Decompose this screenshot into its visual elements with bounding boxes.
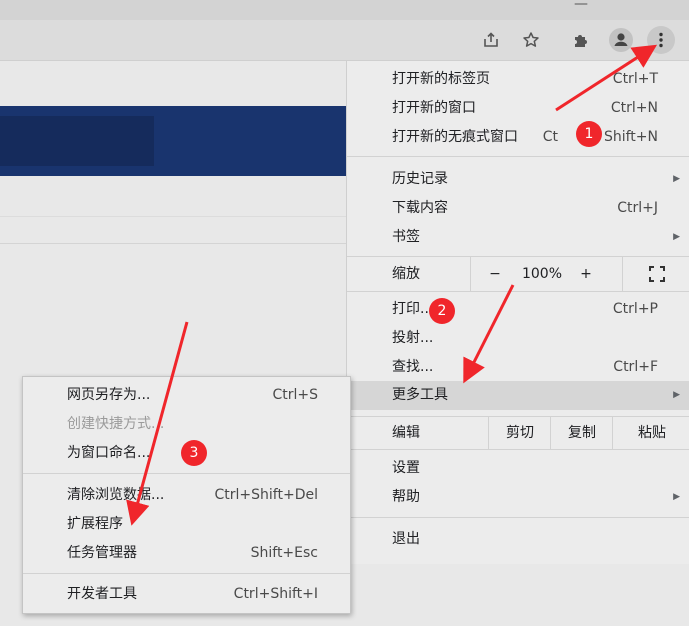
menu-item-label: 书签 [392, 229, 420, 245]
menu-item-settings[interactable]: 设置 [347, 454, 689, 483]
menu-item-new-tab[interactable]: 打开新的标签页 Ctrl+T [347, 65, 689, 94]
menu-item-label: 退出 [392, 531, 420, 547]
menu-item-label: 打开新的窗口 [392, 100, 476, 116]
menu-separator [347, 517, 689, 518]
menu-separator [347, 291, 689, 292]
fullscreen-icon[interactable] [622, 257, 689, 291]
star-icon[interactable] [517, 26, 545, 54]
menu-separator [347, 156, 689, 157]
step-badge-1: 1 [576, 121, 602, 147]
share-icon[interactable] [477, 26, 505, 54]
submenu-item-dev-tools[interactable]: 开发者工具 Ctrl+Shift+I [23, 580, 350, 609]
submenu-arrow-icon: ▶ [673, 174, 680, 184]
menu-item-shortcut: Shift+Esc [250, 545, 318, 561]
submenu-item-extensions[interactable]: 扩展程序 [23, 510, 350, 539]
menu-item-label: 打印... [392, 301, 434, 317]
edit-row: 编辑 剪切 复制 粘贴 [347, 417, 689, 449]
menu-item-label: 为窗口命名... [67, 445, 151, 461]
menu-item-label: 打开新的无痕式窗口 [392, 129, 518, 145]
tab-strip: — [0, 0, 689, 20]
submenu-arrow-icon: ▶ [673, 492, 680, 502]
menu-item-label: 查找... [392, 359, 434, 375]
menu-item-label: 任务管理器 [67, 545, 137, 561]
submenu-item-create-shortcut: 创建快捷方式... [23, 410, 350, 439]
more-tools-submenu: 网页另存为... Ctrl+S 创建快捷方式... 为窗口命名... 清除浏览数… [22, 376, 351, 614]
zoom-out-button[interactable]: − [470, 257, 519, 291]
menu-item-shortcut: Ctrl+F [613, 359, 658, 375]
menu-item-label: 投射... [392, 330, 434, 346]
window-minimize-glyph[interactable]: — [574, 0, 588, 11]
menu-item-history[interactable]: 历史记录 ▶ [347, 165, 689, 194]
menu-item-new-window[interactable]: 打开新的窗口 Ctrl+N [347, 94, 689, 123]
menu-item-cast[interactable]: 投射... [347, 324, 689, 353]
menu-item-downloads[interactable]: 下载内容 Ctrl+J [347, 194, 689, 223]
menu-item-shortcut: Ctrl+Shift+I [233, 586, 318, 602]
step-badge-3: 3 [181, 440, 207, 466]
person-icon[interactable] [607, 26, 635, 54]
submenu-arrow-icon: ▶ [673, 232, 680, 242]
menu-item-help[interactable]: 帮助 ▶ [347, 483, 689, 512]
page-banner-block [0, 116, 154, 166]
menu-item-shortcut: Shift+N [603, 129, 658, 145]
edit-label: 编辑 [392, 425, 420, 441]
menu-item-label: 历史记录 [392, 171, 448, 187]
menu-item-label: 清除浏览数据... [67, 487, 165, 503]
menu-item-more-tools[interactable]: 更多工具 ▶ [347, 381, 689, 410]
menu-item-label: 打开新的标签页 [392, 71, 490, 87]
submenu-arrow-icon: ▶ [673, 390, 680, 400]
puzzle-icon[interactable] [567, 26, 595, 54]
menu-item-shortcut-prefix: Ct [542, 129, 558, 145]
menu-item-shortcut: Ctrl+N [610, 100, 658, 116]
paste-button[interactable]: 粘贴 [612, 417, 689, 449]
menu-item-label: 开发者工具 [67, 586, 137, 602]
three-dots-vertical-icon[interactable] [647, 26, 675, 54]
submenu-item-clear-data[interactable]: 清除浏览数据... Ctrl+Shift+Del [23, 481, 350, 510]
copy-button[interactable]: 复制 [550, 417, 613, 449]
page-divider [0, 216, 350, 217]
zoom-row: 缩放 − 100% + [347, 257, 689, 291]
menu-item-label: 帮助 [392, 489, 420, 505]
menu-item-label: 扩展程序 [67, 516, 123, 532]
menu-item-find[interactable]: 查找... Ctrl+F [347, 353, 689, 382]
menu-separator [23, 573, 350, 574]
step-badge-2: 2 [429, 298, 455, 324]
browser-main-menu: 打开新的标签页 Ctrl+T 打开新的窗口 Ctrl+N 打开新的无痕式窗口 C… [346, 61, 689, 564]
menu-item-new-incognito[interactable]: 打开新的无痕式窗口 Ct Shift+N [347, 123, 689, 152]
menu-item-shortcut: Ctrl+P [612, 301, 658, 317]
submenu-item-task-manager[interactable]: 任务管理器 Shift+Esc [23, 539, 350, 568]
cut-button[interactable]: 剪切 [488, 417, 551, 449]
menu-item-label: 创建快捷方式... [67, 416, 165, 432]
menu-item-shortcut: Ctrl+T [612, 71, 658, 87]
menu-item-shortcut: Ctrl+S [272, 387, 318, 403]
menu-item-shortcut: Ctrl+J [617, 200, 658, 216]
browser-toolbar [0, 20, 689, 61]
menu-item-exit[interactable]: 退出 [347, 525, 689, 554]
menu-item-print[interactable]: 打印... Ctrl+P [347, 295, 689, 324]
menu-separator [23, 473, 350, 474]
menu-item-label: 下载内容 [392, 200, 448, 216]
zoom-in-button[interactable]: + [566, 257, 606, 291]
submenu-item-save-page[interactable]: 网页另存为... Ctrl+S [23, 381, 350, 410]
menu-separator [347, 449, 689, 450]
menu-item-label: 设置 [392, 460, 420, 476]
zoom-level: 100% [521, 266, 563, 282]
menu-item-shortcut: Ctrl+Shift+Del [214, 487, 318, 503]
zoom-label: 缩放 [392, 266, 420, 282]
menu-item-label: 更多工具 [392, 387, 448, 403]
page-divider [0, 243, 350, 244]
menu-item-bookmarks[interactable]: 书签 ▶ [347, 223, 689, 252]
menu-item-label: 网页另存为... [67, 387, 151, 403]
